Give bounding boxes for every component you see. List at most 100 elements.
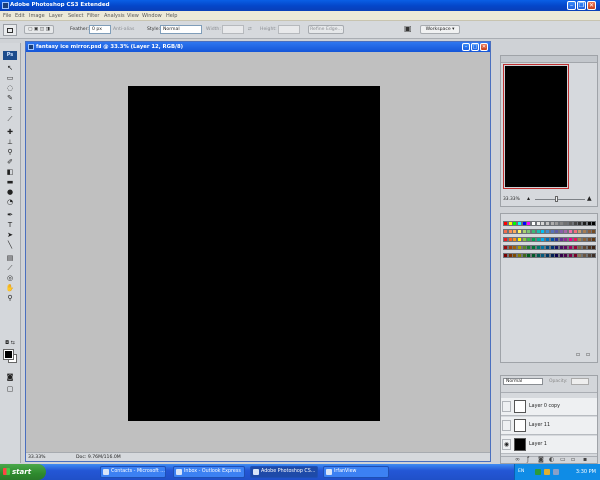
zoom-out-icon[interactable]: ▴ xyxy=(527,196,530,202)
link-layers-icon[interactable]: ∞ xyxy=(515,457,520,463)
contacts-icon xyxy=(103,469,109,475)
adjustment-layer-icon[interactable]: ◐ xyxy=(549,457,554,463)
blend-mode-select[interactable]: Normal xyxy=(503,378,543,385)
navigator-thumbnail[interactable] xyxy=(503,64,569,189)
delete-layer-icon[interactable]: ▪ xyxy=(583,457,587,463)
tray-icon-volume[interactable] xyxy=(553,469,559,475)
slice-tool-icon[interactable]: ⟋ xyxy=(5,115,15,123)
pen-tool-icon[interactable]: ✒ xyxy=(5,211,15,219)
new-group-icon[interactable]: ▭ xyxy=(560,457,566,463)
antialias-checkbox[interactable]: Anti-alias xyxy=(113,27,134,32)
foreground-color-swatch[interactable] xyxy=(3,349,14,360)
taskbar-item-photoshop[interactable]: Adobe Photoshop CS... xyxy=(250,466,318,478)
feather-input[interactable]: 0 px xyxy=(89,25,111,34)
clock[interactable]: 3:30 PM xyxy=(576,469,596,475)
bridge-icon[interactable]: ▣ xyxy=(404,24,412,33)
layer-mask-icon[interactable]: ◙ xyxy=(538,457,544,463)
layer-visibility-icon[interactable] xyxy=(502,420,511,431)
language-indicator[interactable]: EN xyxy=(518,469,524,474)
quick-select-tool-icon[interactable]: ✎ xyxy=(5,94,15,102)
zoom-in-icon[interactable]: ▲ xyxy=(587,196,592,202)
menu-select[interactable]: Select xyxy=(68,13,83,19)
menu-view[interactable]: View xyxy=(127,13,139,19)
menu-help[interactable]: Help xyxy=(166,13,177,19)
document-size[interactable]: Doc: 9.76M/116.0M xyxy=(76,455,121,460)
swatch[interactable] xyxy=(591,221,597,226)
opacity-input[interactable] xyxy=(571,378,589,385)
new-swatch-icon[interactable]: ▫ xyxy=(576,352,580,358)
style-select[interactable]: Normal xyxy=(160,25,202,34)
delete-swatch-icon[interactable]: ▫ xyxy=(586,352,590,358)
swatch[interactable] xyxy=(591,237,597,242)
restore-button[interactable]: ❐ xyxy=(577,1,586,10)
crop-tool-icon[interactable]: ⌗ xyxy=(5,105,15,113)
swatch[interactable] xyxy=(591,253,597,258)
document-titlebar[interactable]: fantasy ice mirror.psd @ 33.3% (Layer 12… xyxy=(26,42,490,52)
path-select-tool-icon[interactable]: ➤ xyxy=(5,231,15,239)
eraser-tool-icon[interactable]: ◧ xyxy=(5,168,15,176)
history-brush-icon[interactable]: ✐ xyxy=(5,158,15,166)
menu-window[interactable]: Window xyxy=(142,13,162,19)
layer-visibility-icon[interactable]: ◉ xyxy=(502,439,511,450)
menu-layer[interactable]: Layer xyxy=(49,13,63,19)
swatch[interactable] xyxy=(591,229,597,234)
eyedropper-tool-icon[interactable]: ⟋ xyxy=(5,264,15,272)
tray-icon-network[interactable] xyxy=(535,469,541,475)
hand-tool-icon[interactable]: ✋ xyxy=(5,284,15,292)
taskbar-item-contacts[interactable]: Contacts - Microsoft ... xyxy=(100,466,166,478)
quick-mask-icon[interactable]: ◙ xyxy=(5,373,15,381)
layer-row[interactable]: Layer 0 copy xyxy=(501,398,597,416)
start-button[interactable]: start xyxy=(0,464,46,480)
doc-close-button[interactable]: ✕ xyxy=(480,43,488,51)
default-colors-icon[interactable]: ◘ ⇆ xyxy=(5,339,15,347)
navigator-tabstrip[interactable] xyxy=(501,56,597,63)
layer-style-icon[interactable]: ƒ xyxy=(527,457,529,463)
minimize-button[interactable]: – xyxy=(567,1,576,10)
selection-mode-buttons[interactable]: ▢ ▣ ◫ ◨ xyxy=(24,25,54,34)
taskbar-item-inbox[interactable]: Inbox - Outlook Express xyxy=(173,466,245,478)
zoom-tool-icon[interactable]: ⚲ xyxy=(5,294,15,302)
document-icon xyxy=(28,44,34,50)
tray-icon-security[interactable] xyxy=(544,469,550,475)
document-zoom[interactable]: 33.33% xyxy=(28,455,46,460)
menu-image[interactable]: Image xyxy=(29,13,45,19)
height-input[interactable] xyxy=(278,25,300,34)
dodge-tool-icon[interactable]: ◔ xyxy=(5,198,15,206)
tool-preset-picker[interactable] xyxy=(3,24,17,36)
menu-analysis[interactable]: Analysis xyxy=(104,13,125,19)
swatch[interactable] xyxy=(591,245,597,250)
screen-mode-icon[interactable]: ▢ xyxy=(5,385,15,393)
healing-brush-icon[interactable]: ✚ xyxy=(5,128,15,136)
width-input[interactable] xyxy=(222,25,244,34)
navigator-slider-handle[interactable] xyxy=(555,196,558,202)
navigator-zoom[interactable]: 33.33% xyxy=(503,197,520,202)
menu-filter[interactable]: Filter xyxy=(87,13,99,19)
gradient-tool-icon[interactable]: ▬ xyxy=(5,178,15,186)
doc-minimize-button[interactable]: – xyxy=(462,43,470,51)
refine-edge-button[interactable]: Refine Edge... xyxy=(308,25,344,34)
swap-dimensions-icon[interactable]: ⇄ xyxy=(248,27,252,32)
blur-tool-icon[interactable]: ● xyxy=(5,188,15,196)
marquee-tool-icon[interactable]: ▭ xyxy=(5,74,15,82)
style-select-value: Normal xyxy=(163,27,180,32)
shape-tool-icon[interactable]: ╲ xyxy=(5,241,15,249)
doc-maximize-button[interactable]: □ xyxy=(471,43,479,51)
workspace-button[interactable]: Workspace ▾ xyxy=(420,25,460,34)
layer-visibility-icon[interactable] xyxy=(502,401,511,412)
notes-tool-icon[interactable]: ▤ xyxy=(5,254,15,262)
move-tool-icon[interactable]: ↖ xyxy=(5,64,15,72)
taskbar-item-irfanview[interactable]: IrfanView xyxy=(323,466,389,478)
layer-row[interactable]: Layer 11 xyxy=(501,417,597,435)
brush-tool-icon[interactable]: ⟂ xyxy=(5,138,15,146)
type-tool-icon[interactable]: T xyxy=(5,221,15,229)
layer-row[interactable]: ◉ Layer 1 xyxy=(501,436,597,454)
image-canvas[interactable] xyxy=(128,86,380,421)
close-button[interactable]: ✕ xyxy=(587,1,596,10)
menu-file[interactable]: File xyxy=(3,13,11,19)
menu-edit[interactable]: Edit xyxy=(15,13,25,19)
new-layer-icon[interactable]: ▫ xyxy=(571,457,575,463)
clone-stamp-icon[interactable]: ⚲ xyxy=(5,148,15,156)
3d-rotate-tool-icon[interactable]: ◎ xyxy=(5,274,15,282)
navigator-zoom-slider[interactable] xyxy=(535,199,585,200)
lasso-tool-icon[interactable]: ◌ xyxy=(5,84,15,92)
